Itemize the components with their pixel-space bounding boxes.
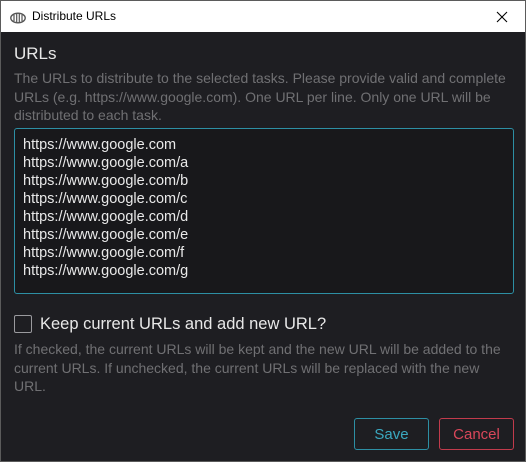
title-bar: Distribute URLs: [1, 1, 525, 32]
app-logo-icon: [10, 11, 26, 24]
keep-urls-label[interactable]: Keep current URLs and add new URL?: [40, 314, 326, 334]
distribute-urls-dialog: Distribute URLs URLs The URLs to distrib…: [0, 0, 526, 462]
close-icon: [496, 11, 508, 23]
window-title: Distribute URLs: [32, 9, 117, 23]
urls-heading: URLs: [14, 44, 57, 63]
keep-urls-option[interactable]: Keep current URLs and add new URL?: [14, 314, 326, 334]
save-button[interactable]: Save: [354, 418, 429, 450]
close-button[interactable]: [479, 1, 525, 32]
keep-urls-help-text: If checked, the current URLs will be kep…: [14, 341, 501, 394]
cancel-button[interactable]: Cancel: [439, 418, 514, 450]
urls-help-text: The URLs to distribute to the selected t…: [14, 70, 506, 123]
keep-urls-checkbox[interactable]: [14, 315, 32, 333]
urls-textarea[interactable]: https://www.google.com https://www.googl…: [14, 128, 514, 294]
